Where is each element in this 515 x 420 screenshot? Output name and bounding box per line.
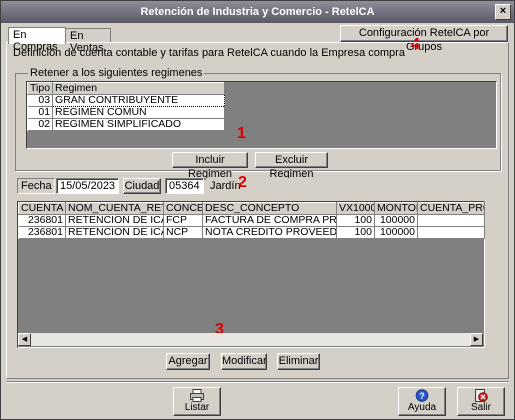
cell-cuenta: 236801 <box>18 214 66 227</box>
cell-montom: 100000 <box>374 214 418 227</box>
cell-concep: FCP <box>163 214 203 227</box>
cell-tipo: 02 <box>27 118 54 131</box>
cell-cuenta-pro <box>417 226 485 239</box>
agregar-button[interactable]: Agregar <box>166 353 210 370</box>
window-title: Retención de Industria y Comercio - Rete… <box>140 6 375 18</box>
cell-montom: 100000 <box>374 226 418 239</box>
scroll-right-icon[interactable]: ▶ <box>470 333 483 346</box>
marker-1: 1 <box>237 125 246 142</box>
exit-icon <box>475 389 488 402</box>
header-cuenta-pro: CUENTA_PRO <box>417 202 485 215</box>
header-desc-concepto: DESC_CONCEPTO <box>202 202 337 215</box>
config-retelca-grupos-button[interactable]: Configuración RetelCA por Grupos <box>340 25 508 53</box>
cell-cuenta-pro <box>417 214 485 227</box>
header-concep: CONCEP <box>163 202 203 215</box>
tab-en-compras[interactable]: En Compras <box>8 27 66 53</box>
ciudad-button[interactable]: Ciudad <box>123 178 161 194</box>
header-cuenta: CUENTA <box>18 202 66 215</box>
regimes-grid[interactable]: Tipo Regimen 03 GRAN CONTRIBUYENTE 01 RE… <box>26 81 497 149</box>
ayuda-label: Ayuda <box>407 402 437 413</box>
cell-cuenta: 236801 <box>18 226 66 239</box>
listar-label: Listar <box>184 402 210 413</box>
salir-button[interactable]: Salir <box>457 387 505 416</box>
retelca-window: Retención de Industria y Comercio - Rete… <box>0 0 515 420</box>
horizontal-scrollbar[interactable]: ◀ ▶ <box>18 333 483 346</box>
eliminar-button[interactable]: Eliminar <box>277 353 320 370</box>
listar-button[interactable]: Listar <box>173 387 221 416</box>
table-row[interactable]: 02 REGIMEN SIMPLIFICADO <box>27 118 225 131</box>
cell-tipo: 01 <box>27 106 54 119</box>
footer-divider <box>6 381 509 383</box>
svg-text:?: ? <box>419 391 425 401</box>
header-nom-cuenta-ret: NOM_CUENTA_RET <box>65 202 164 215</box>
table-row[interactable]: 03 GRAN CONTRIBUYENTE <box>27 94 225 107</box>
cell-desc: NOTA CREDITO PROVEEDORES <box>202 226 337 239</box>
cell-regimen: REGIMEN COMUN <box>52 106 225 119</box>
tab-en-ventas[interactable]: En Ventas <box>65 28 111 54</box>
printer-icon <box>190 389 204 402</box>
concepts-grid[interactable]: CUENTA NOM_CUENTA_RET CONCEP DESC_CONCEP… <box>17 201 485 348</box>
include-regimen-button[interactable]: Incluir Regimen <box>172 152 248 180</box>
help-icon: ? <box>415 389 429 402</box>
table-row[interactable]: 236801 RETENCION DE ICA NCP NOTA CREDITO… <box>18 226 485 239</box>
cell-desc: FACTURA DE COMPRA PROVEE <box>202 214 337 227</box>
cell-vx1000: 100 <box>336 226 375 239</box>
salir-label: Salir <box>470 402 491 413</box>
cell-tipo: 03 <box>27 94 54 107</box>
fecha-input[interactable]: 15/05/2023 <box>56 178 119 194</box>
cell-nom-cuenta: RETENCION DE ICA <box>65 214 164 227</box>
cell-vx1000: 100 <box>336 214 375 227</box>
modificar-button[interactable]: Modificar <box>221 353 267 370</box>
cell-regimen: GRAN CONTRIBUYENTE <box>52 94 225 107</box>
regimes-table: Tipo Regimen 03 GRAN CONTRIBUYENTE 01 RE… <box>26 82 225 131</box>
table-row[interactable]: 236801 RETENCION DE ICA FCP FACTURA DE C… <box>18 214 485 227</box>
regimes-legend: Retener a los siguientes regimenes <box>28 67 205 79</box>
header-regimen: Regimen <box>52 82 225 95</box>
concepts-table: CUENTA NOM_CUENTA_RET CONCEP DESC_CONCEP… <box>18 202 485 239</box>
header-tipo: Tipo <box>26 82 54 95</box>
cell-concep: NCP <box>163 226 203 239</box>
ayuda-button[interactable]: ? Ayuda <box>398 387 446 416</box>
table-row[interactable]: 01 REGIMEN COMUN <box>27 106 225 119</box>
cell-regimen: REGIMEN SIMPLIFICADO <box>52 118 225 131</box>
title-bar: Retención de Industria y Comercio - Rete… <box>1 1 514 23</box>
header-vx1000: VX1000 <box>336 202 375 215</box>
close-button[interactable]: × <box>495 4 511 20</box>
cell-nom-cuenta: RETENCION DE ICA <box>65 226 164 239</box>
fecha-label: Fecha <box>17 178 55 194</box>
exclude-regimen-button[interactable]: Excluir Regimen <box>255 152 328 180</box>
description-text: Definición de cuenta contable y tarifas … <box>13 47 405 59</box>
header-montom: MONTOM <box>374 202 418 215</box>
ciudad-code-input[interactable]: 05364 <box>165 178 204 194</box>
marker-2: 2 <box>238 174 247 191</box>
ciudad-name-field: Jardín <box>206 178 501 194</box>
scroll-left-icon[interactable]: ◀ <box>18 333 31 346</box>
